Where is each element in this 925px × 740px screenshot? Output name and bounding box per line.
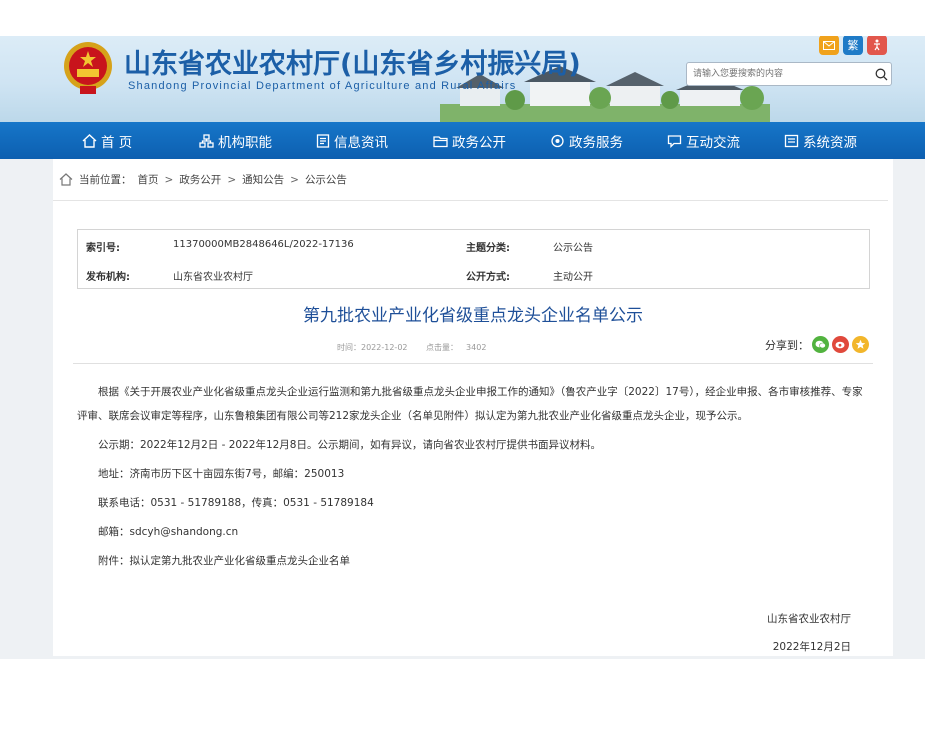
- breadcrumb: 当前位置： 首页 > 政务公开 > 通知公告 > 公示公告: [53, 159, 888, 201]
- nav-item-organization[interactable]: 机构职能: [199, 131, 316, 151]
- clicks-label: 点击量：: [426, 343, 459, 352]
- article-info: 时间：2022-12-02 点击量： 3402: [337, 342, 486, 353]
- clicks-value: 3402: [466, 343, 487, 352]
- nav-item-gov-service[interactable]: 政务服务: [550, 131, 667, 151]
- resource-icon: [784, 134, 799, 147]
- nav-item-label: 信息资讯: [334, 134, 388, 151]
- topic-value: 公示公告: [553, 243, 593, 254]
- index-label: 索引号:: [86, 243, 120, 254]
- breadcrumb-link-home[interactable]: 首页: [138, 172, 159, 187]
- nav-item-gov-open[interactable]: 政务公开: [433, 131, 550, 151]
- article-paragraph: 根据《关于开展农业产业化省级重点龙头企业运行监测和第九批省级重点龙头企业申报工作…: [77, 386, 863, 422]
- breadcrumb-separator: >: [227, 173, 237, 186]
- mail-icon[interactable]: [819, 36, 839, 55]
- article-paragraph: 公示期：2022年12月2日 - 2022年12月8日。公示期间，如有异议，请向…: [98, 439, 601, 451]
- nav-item-label: 政务服务: [569, 134, 623, 151]
- breadcrumb-separator: >: [290, 173, 299, 186]
- mode-value: 主动公开: [553, 272, 593, 283]
- breadcrumb-prefix: 当前位置：: [79, 174, 132, 186]
- nav-item-label: 政务公开: [452, 134, 506, 151]
- weibo-share-icon[interactable]: [832, 336, 849, 353]
- nav-item-label: 首 页: [101, 134, 133, 151]
- breadcrumb-link-gov-open[interactable]: 政务公开: [179, 172, 221, 187]
- time-value: 2022-12-02: [361, 343, 408, 352]
- document-meta-table: 索引号: 11370000MB2848646L/2022-17136 主题分类:…: [77, 229, 870, 289]
- nav-item-resources[interactable]: 系统资源: [784, 131, 901, 151]
- chat-icon: [667, 134, 682, 148]
- nav-item-label: 互动交流: [686, 134, 740, 151]
- traditional-chinese-button[interactable]: 繁: [843, 36, 863, 55]
- article-container: 当前位置： 首页 > 政务公开 > 通知公告 > 公示公告 索引号: 11370…: [53, 159, 893, 656]
- article-paragraph: 联系电话：0531 - 51789188，传真：0531 - 51789184: [98, 497, 374, 509]
- wechat-share-icon[interactable]: [812, 336, 829, 353]
- site-subtitle: Shandong Provincial Department of Agricu…: [128, 80, 517, 92]
- main-nav: 首 页 机构职能 信息资讯 政务公开 政务服务 互动交流 系统资源: [0, 122, 925, 159]
- info-icon: [316, 133, 330, 148]
- nav-item-home[interactable]: 首 页: [82, 131, 199, 151]
- search-icon[interactable]: [871, 64, 891, 84]
- article-paragraph: 邮箱：sdcyh@shandong.cn: [98, 526, 239, 538]
- nav-item-label: 机构职能: [218, 134, 272, 151]
- time-label: 时间：: [337, 343, 361, 352]
- org-icon: [199, 133, 214, 148]
- share-label: 分享到：: [765, 338, 809, 352]
- signature-date: 2022年12月2日: [772, 641, 851, 653]
- service-icon: [551, 134, 564, 147]
- signature-org: 山东省农业农村厅: [767, 613, 851, 625]
- site-title: 山东省农业农村厅(山东省乡村振兴局): [124, 49, 581, 80]
- attachment-link[interactable]: 附件：拟认定第九批农业产业化省级重点龙头企业名单: [77, 549, 873, 573]
- national-emblem-icon: [64, 42, 112, 94]
- article-body: 根据《关于开展农业产业化省级重点龙头企业运行监测和第九批省级重点龙头企业申报工作…: [77, 380, 873, 578]
- top-spacer: [0, 0, 925, 36]
- breadcrumb-separator: >: [164, 173, 174, 186]
- qzone-share-icon[interactable]: [852, 336, 869, 353]
- home-icon: [59, 173, 73, 186]
- nav-item-label: 系统资源: [803, 134, 857, 151]
- top-tools: 繁: [819, 36, 887, 55]
- search-box: [686, 62, 892, 86]
- article-title: 第九批农业产业化省级重点龙头企业名单公示: [303, 306, 643, 326]
- topic-label: 主题分类:: [466, 243, 510, 254]
- search-input[interactable]: [687, 64, 871, 84]
- breadcrumb-link-notices[interactable]: 通知公告: [242, 172, 284, 187]
- signature-block: 山东省农业农村厅 2022年12月2日: [767, 605, 851, 661]
- article-paragraph: 地址：济南市历下区十亩园东街7号，邮编：250013: [98, 468, 345, 480]
- page-background: 当前位置： 首页 > 政务公开 > 通知公告 > 公示公告 索引号: 11370…: [0, 159, 925, 659]
- index-value: 11370000MB2848646L/2022-17136: [173, 239, 354, 250]
- content-divider: [73, 363, 873, 364]
- mode-label: 公开方式:: [466, 272, 510, 283]
- breadcrumb-link-announcements[interactable]: 公示公告: [305, 172, 347, 187]
- nav-item-interaction[interactable]: 互动交流: [667, 131, 784, 151]
- publisher-label: 发布机构:: [86, 272, 130, 283]
- home-icon: [82, 133, 97, 148]
- share-bar: 分享到：: [765, 336, 869, 353]
- nav-item-info[interactable]: 信息资讯: [316, 131, 433, 151]
- accessibility-icon[interactable]: [867, 36, 887, 55]
- publisher-value: 山东省农业农村厅: [173, 272, 253, 283]
- folder-icon: [433, 135, 448, 147]
- site-banner: 山东省农业农村厅(山东省乡村振兴局) Shandong Provincial D…: [0, 36, 925, 122]
